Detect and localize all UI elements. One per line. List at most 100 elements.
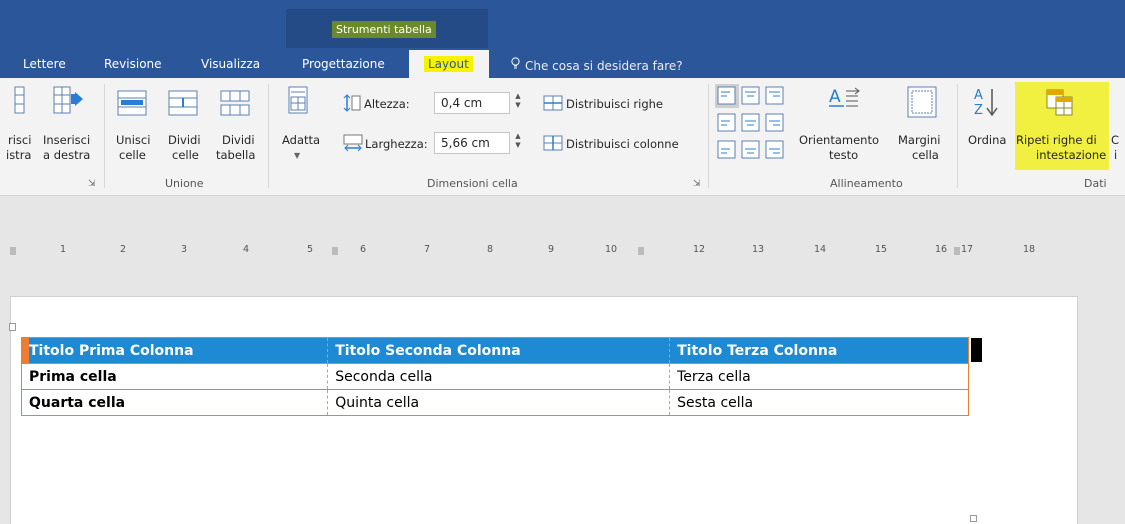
width-spinner[interactable]: ▲ ▼ xyxy=(512,132,524,154)
table-header-cell[interactable]: Titolo Prima Colonna xyxy=(20,337,328,364)
table-header-cell[interactable]: Titolo Seconda Colonna xyxy=(327,337,670,364)
height-label: Altezza: xyxy=(364,97,410,111)
distribute-rows-icon[interactable] xyxy=(543,95,563,111)
column-width-icon xyxy=(343,134,363,152)
tell-me-text: Che cosa si desidera fare? xyxy=(525,59,683,73)
split-table-label-1: Dividi xyxy=(222,133,255,147)
ruler-number: 16 xyxy=(935,244,948,255)
insert-right-icon[interactable] xyxy=(53,86,85,116)
ruler-marker xyxy=(954,247,960,255)
contextual-tab-group: Strumenti tabella xyxy=(286,9,488,48)
svg-text:Z: Z xyxy=(974,103,983,118)
insert-left-icon[interactable] xyxy=(9,86,25,116)
ruler-number: 13 xyxy=(752,244,765,255)
table-row[interactable]: Quarta cella Quinta cella Sesta cella xyxy=(20,389,969,416)
cell-margins-label-2: cella xyxy=(912,148,939,162)
split-table-label-2: tabella xyxy=(216,148,256,162)
group-label-alignment: Allineamento xyxy=(830,177,903,190)
table-cell[interactable]: Seconda cella xyxy=(327,363,670,390)
table-header-cell[interactable]: Titolo Terza Colonna xyxy=(669,337,969,364)
tell-me-search[interactable]: Che cosa si desidera fare? xyxy=(511,57,683,73)
ruler-number: 9 xyxy=(548,244,555,255)
height-input[interactable]: 0,4 cm xyxy=(434,92,510,114)
ruler-number: 6 xyxy=(360,244,367,255)
tab-layout[interactable]: Layout xyxy=(409,50,489,78)
tab-lettere[interactable]: Lettere xyxy=(23,57,66,71)
tab-progettazione[interactable]: Progettazione xyxy=(302,57,385,71)
split-cells-label-2: celle xyxy=(172,148,199,162)
insert-left-label-1: risci xyxy=(8,133,32,147)
split-cells-label-1: Dividi xyxy=(168,133,201,147)
ruler-number: 12 xyxy=(693,244,706,255)
horizontal-ruler[interactable]: 1 2 3 4 5 6 7 8 9 10 12 13 14 15 16 17 1… xyxy=(0,244,1125,258)
table-cell[interactable]: Quinta cella xyxy=(327,389,670,416)
ribbon-tabs: Lettere Revisione Visualizza Progettazio… xyxy=(0,48,1125,78)
autofit-label[interactable]: Adatta xyxy=(282,133,320,148)
lightbulb-icon xyxy=(511,57,520,69)
ruler-marker xyxy=(10,247,16,255)
autofit-icon[interactable] xyxy=(288,86,308,116)
ruler-number: 4 xyxy=(243,244,250,255)
ruler-marker xyxy=(638,247,644,255)
merge-cells-icon[interactable] xyxy=(117,90,147,116)
tab-layout-label: Layout xyxy=(424,56,473,72)
group-separator xyxy=(708,84,709,188)
ribbon-layout: risci istra Inserisci a destra ⇲ Unisci … xyxy=(0,78,1125,196)
text-direction-icon[interactable]: A xyxy=(828,86,862,116)
sort-label[interactable]: Ordina xyxy=(968,133,1006,148)
sort-icon[interactable]: A Z xyxy=(971,86,1001,120)
table-header-row[interactable]: Titolo Prima Colonna Titolo Seconda Colo… xyxy=(20,337,969,364)
width-input[interactable]: 5,66 cm xyxy=(434,132,510,154)
ruler-marks xyxy=(10,247,960,255)
table-cell[interactable]: Sesta cella xyxy=(669,389,969,416)
distribute-columns-icon[interactable] xyxy=(543,135,563,151)
group-separator xyxy=(104,84,105,188)
split-table-icon[interactable] xyxy=(220,90,250,116)
document-area[interactable]: 1 2 3 4 5 6 7 8 9 10 12 13 14 15 16 17 1… xyxy=(0,197,1125,524)
cell-margins-icon[interactable] xyxy=(907,86,937,118)
cell-margins-label-1: Margini xyxy=(898,133,941,147)
height-spinner[interactable]: ▲ ▼ xyxy=(512,92,524,114)
group-separator xyxy=(268,84,269,188)
document-table[interactable]: Titolo Prima Colonna Titolo Seconda Colo… xyxy=(20,337,969,416)
ruler-number: 7 xyxy=(424,244,431,255)
svg-text:A: A xyxy=(974,88,983,103)
autofit-dropdown-icon[interactable]: ▼ xyxy=(294,148,300,163)
table-cell[interactable]: Prima cella xyxy=(20,363,328,390)
ruler-marker xyxy=(332,247,338,255)
row-height-icon xyxy=(343,94,361,112)
distribute-rows-label[interactable]: Distribuisci righe xyxy=(566,97,663,112)
alignment-grid-icon[interactable] xyxy=(715,84,795,164)
convert-label-1[interactable]: C xyxy=(1111,133,1119,148)
text-direction-label-2: testo xyxy=(829,148,859,162)
tab-revisione[interactable]: Revisione xyxy=(104,57,162,71)
width-label: Larghezza: xyxy=(365,137,428,151)
distribute-columns-label[interactable]: Distribuisci colonne xyxy=(566,137,679,152)
convert-label-2[interactable]: i xyxy=(1114,148,1117,163)
repeat-header-label-1[interactable]: Ripeti righe di xyxy=(1016,133,1097,148)
cell-size-launcher-icon[interactable]: ⇲ xyxy=(693,179,701,189)
ruler-number: 1 xyxy=(60,244,67,255)
ruler-number: 2 xyxy=(120,244,127,255)
table-resize-handle[interactable] xyxy=(970,515,977,522)
group-label-data: Dati xyxy=(1084,177,1107,190)
header-row-accent xyxy=(21,338,29,363)
ruler-number: 15 xyxy=(875,244,888,255)
text-direction-label-1: Orientamento xyxy=(799,133,880,147)
svg-text:A: A xyxy=(829,87,841,107)
table-cell[interactable]: Terza cella xyxy=(669,363,969,390)
insert-right-label-2: a destra xyxy=(43,148,91,162)
repeat-header-rows-icon[interactable] xyxy=(1045,88,1075,116)
repeat-header-label-2[interactable]: intestazione xyxy=(1036,148,1106,163)
split-cells-icon[interactable] xyxy=(168,90,198,116)
table-cell[interactable]: Quarta cella xyxy=(20,389,328,416)
tab-visualizza[interactable]: Visualizza xyxy=(201,57,260,71)
table-move-handle[interactable] xyxy=(9,323,16,331)
table-row[interactable]: Prima cella Seconda cella Terza cella xyxy=(20,363,969,390)
end-of-row-marker xyxy=(971,338,982,362)
insert-group-launcher-icon[interactable]: ⇲ xyxy=(88,179,96,189)
merge-cells-label-1: Unisci xyxy=(116,133,151,147)
ruler-number: 10 xyxy=(605,244,618,255)
ruler-number: 8 xyxy=(487,244,494,255)
title-bar: Strumenti tabella xyxy=(0,0,1125,48)
